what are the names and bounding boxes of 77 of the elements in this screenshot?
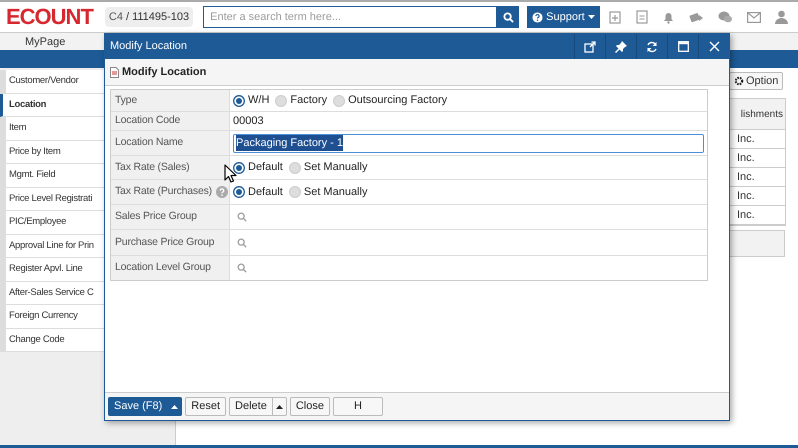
action-button[interactable]: Close: [290, 397, 330, 416]
input-field[interactable]: Packaging Factory - 1: [233, 134, 704, 152]
action-button[interactable]: Save (F8): [108, 397, 168, 416]
field-label: Location Code: [115, 113, 180, 128]
sidebar-item[interactable]: Customer/Vendor: [0, 70, 104, 94]
sidebar-item[interactable]: Foreign Currency: [0, 305, 104, 328]
popout-icon: [584, 40, 596, 52]
sidebar-item[interactable]: Item: [0, 117, 104, 140]
radio-option[interactable]: Outsourcing Factory: [333, 92, 448, 109]
search-button[interactable]: [497, 6, 520, 28]
refresh-icon: [646, 40, 658, 52]
help-icon: [532, 12, 544, 22]
logo[interactable]: ECOUNT: [6, 4, 93, 30]
gear-icon: [734, 76, 744, 86]
sidebar-item[interactable]: Change Code: [0, 328, 104, 352]
support-button[interactable]: Support: [527, 6, 600, 28]
radio-option[interactable]: Factory: [275, 92, 328, 109]
option-button[interactable]: Option: [729, 72, 784, 90]
bell-icon[interactable]: [662, 10, 675, 24]
caret-icon: [276, 404, 283, 408]
nav-tab[interactable]: MyPage: [0, 34, 90, 50]
sidebar-item[interactable]: Price Level Registrati: [0, 188, 104, 211]
search-field[interactable]: Enter a search term here...: [203, 6, 498, 28]
chat-icon[interactable]: [718, 10, 733, 24]
radio-button: [233, 94, 245, 106]
company-code: C4: [108, 10, 123, 25]
sidebar-item[interactable]: PIC/Employee: [0, 211, 104, 234]
search-icon[interactable]: [237, 238, 247, 248]
document-icon: [110, 66, 119, 78]
field-label: Tax Rate (Sales): [115, 160, 190, 175]
radio-button: [333, 94, 346, 106]
caret-icon: [588, 14, 595, 20]
close-icon: [708, 41, 720, 52]
window-title: Modify Location: [109, 39, 188, 54]
action-button[interactable]: Delete: [229, 397, 273, 416]
account-number: / 111495-103: [126, 10, 190, 25]
radio-option[interactable]: Set Manually: [288, 159, 368, 176]
radio-option[interactable]: W/H: [233, 92, 270, 109]
sidebar-item[interactable]: Price by Item: [0, 140, 104, 164]
field-label: Location Name: [115, 135, 184, 150]
search-icon: [502, 12, 514, 22]
dialog-heading: Modify Location: [122, 64, 206, 80]
field-label: Tax Rate (Purchases): [115, 184, 212, 200]
sidebar-item[interactable]: Mgmt. Field: [0, 164, 104, 188]
action-button[interactable]: Reset: [185, 397, 226, 416]
maximize-icon: [678, 41, 688, 52]
cursor-icon: [224, 164, 237, 183]
radio-option[interactable]: Set Manually: [288, 184, 368, 200]
add-page-icon[interactable]: [608, 10, 622, 24]
field-label: Type: [115, 92, 137, 108]
search-icon[interactable]: [237, 212, 247, 222]
caret-icon: [171, 404, 178, 408]
search-icon[interactable]: [237, 263, 247, 273]
radio-button: [233, 186, 245, 198]
sidebar-item[interactable]: After-Sales Service C: [0, 282, 104, 305]
radio-button: [288, 186, 301, 198]
field-label: Sales Price Group: [115, 209, 197, 224]
mail-icon[interactable]: [747, 10, 761, 24]
radio-button: [288, 162, 301, 174]
field-value: 00003: [233, 114, 264, 129]
radio-button: [275, 94, 288, 106]
sidebar-item[interactable]: Location: [0, 94, 104, 117]
user-icon[interactable]: [775, 10, 788, 24]
radio-option[interactable]: Default: [233, 184, 283, 200]
sidebar-item[interactable]: Approval Line for Prin: [0, 234, 104, 258]
column-header: lishments: [729, 99, 785, 130]
sidebar-item[interactable]: Register Apvl. Line: [0, 258, 104, 282]
field-label: Location Level Group: [115, 260, 211, 276]
document-icon[interactable]: [636, 10, 648, 24]
panel: [728, 230, 785, 257]
dropdown-button[interactable]: [272, 397, 287, 416]
radio-button: [233, 162, 245, 174]
pin-icon: [615, 40, 627, 52]
field-label: Purchase Price Group: [115, 234, 214, 250]
dropdown-button[interactable]: [168, 397, 182, 416]
radio-option[interactable]: Default: [233, 159, 283, 176]
action-button[interactable]: H: [332, 397, 383, 416]
